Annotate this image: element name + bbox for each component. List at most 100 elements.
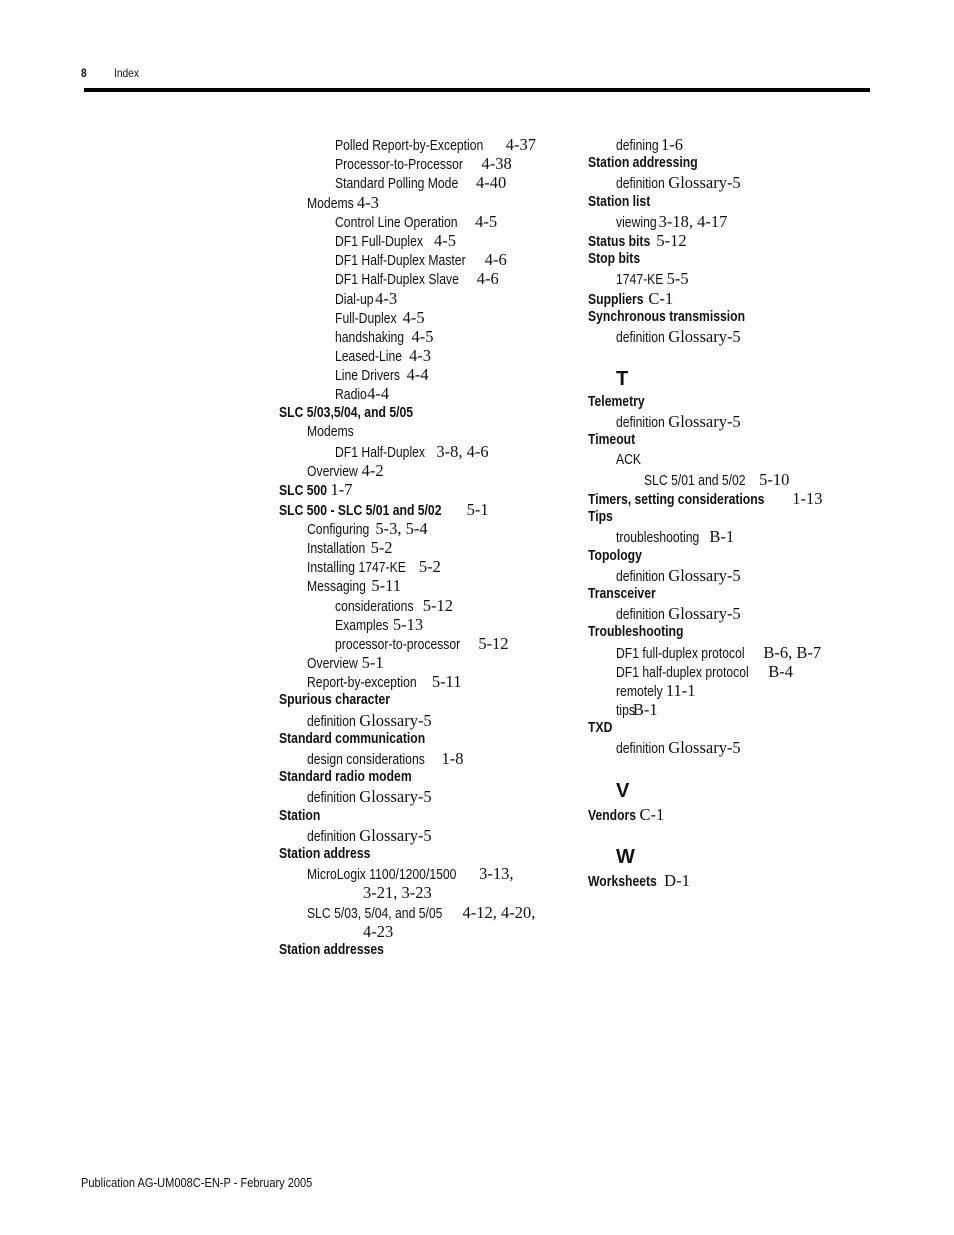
page-reference[interactable]: 4-5 [430, 231, 456, 250]
page-reference[interactable]: 4-2 [358, 461, 384, 480]
index-subentry: definition Glossary-5 [588, 604, 888, 623]
page-reference[interactable]: 3-8, 4-6 [432, 442, 488, 461]
index-subentry: ACK [588, 451, 888, 470]
page-reference[interactable]: 3-21, 3-23 [363, 883, 432, 902]
page-reference[interactable]: 4-38 [477, 154, 512, 173]
page-reference[interactable]: Glossary-5 [355, 711, 431, 730]
page-reference[interactable]: Glossary-5 [664, 566, 740, 585]
page-reference[interactable]: 5-5 [663, 269, 689, 288]
page-reference[interactable]: C-1 [644, 289, 673, 308]
page-reference[interactable]: 3-13, [475, 864, 513, 883]
page-reference[interactable]: 5-10 [755, 470, 789, 489]
index-subentry: Polled Report-by-Exception 4-37 [279, 135, 579, 154]
page-reference[interactable]: 4-3 [405, 346, 431, 365]
index-term: Processor-to-Processor [335, 157, 463, 174]
page-reference[interactable]: 5-3, 5-4 [371, 519, 427, 538]
page-reference[interactable]: 5-2 [415, 557, 441, 576]
index-term: definition [616, 329, 665, 346]
index-subentry: Messaging 5-11 [279, 576, 579, 595]
index-subentry: definition Glossary-5 [588, 173, 888, 192]
index-term: tips [616, 703, 635, 720]
page-reference[interactable]: Glossary-5 [664, 327, 740, 346]
section-title: Index [114, 66, 139, 80]
page-reference[interactable]: 11-1 [662, 681, 696, 700]
page-reference[interactable]: 1-7 [326, 480, 352, 499]
page-reference[interactable]: B-4 [764, 662, 793, 681]
index-subentry: DF1 Full-Duplex 4-5 [279, 231, 579, 250]
index-entry: Transceiver [588, 585, 888, 604]
page-reference[interactable]: 4-12, 4-20, [458, 903, 535, 922]
page-reference[interactable]: 5-12 [474, 634, 508, 653]
index-letter-heading: W [616, 845, 635, 868]
page-reference[interactable]: 5-11 [367, 576, 401, 595]
index-subentry: Installation 5-2 [279, 538, 579, 557]
page-reference[interactable]: 1-13 [788, 489, 822, 508]
index-subentry: DF1 Half-Duplex Slave 4-6 [279, 269, 579, 288]
page-reference[interactable]: Glossary-5 [355, 826, 431, 845]
page-reference[interactable]: 4-3 [371, 289, 397, 308]
index-subentry: SLC 5/03, 5/04, and 5/05 4-12, 4-20, [279, 903, 579, 922]
page-reference[interactable]: C-1 [635, 805, 664, 824]
page-reference[interactable]: 5-12 [652, 231, 686, 250]
index-term: Timers, setting considerations [588, 492, 765, 508]
index-term: Spurious character [279, 692, 391, 709]
index-term: handshaking [335, 329, 405, 346]
index-term: TXD [588, 720, 613, 737]
page-reference[interactable]: 5-12 [419, 596, 453, 615]
index-term: DF1 Half-Duplex Slave [335, 272, 459, 289]
page-reference[interactable]: 4-3 [353, 193, 379, 212]
index-term: Examples [335, 617, 389, 634]
index-subentry: Configuring 5-3, 5-4 [279, 519, 579, 538]
page-reference[interactable]: 4-5 [398, 308, 425, 327]
page-reference[interactable]: 1-6 [657, 135, 683, 154]
index-subentry: Modems 4-3 [279, 193, 579, 212]
index-term: Standard communication [279, 730, 426, 747]
page-reference[interactable]: B-6, B-7 [759, 643, 821, 662]
page-reference[interactable]: 4-5 [471, 212, 497, 231]
index-term: viewing [616, 214, 657, 231]
page-reference[interactable]: 4-6 [481, 250, 507, 269]
page-reference[interactable]: 5-1 [358, 653, 384, 672]
page-reference[interactable]: Glossary-5 [664, 738, 740, 757]
index-entry: Vendors C-1 [588, 805, 888, 824]
page-reference[interactable]: D-1 [660, 871, 690, 890]
index-entry: Suppliers C-1 [588, 289, 888, 308]
page-reference[interactable]: 3-18, 4-17 [654, 212, 728, 231]
page-reference[interactable]: 5-13 [389, 615, 423, 634]
index-term: Transceiver [588, 585, 656, 602]
page-reference[interactable]: 4-37 [502, 135, 536, 154]
page-reference[interactable]: 1-8 [437, 749, 464, 768]
index-subentry: Control Line Operation 4-5 [279, 212, 579, 231]
page-reference[interactable]: B-1 [705, 527, 734, 546]
index-term: Station address [279, 845, 371, 862]
index-entry: SLC 500 - SLC 5/01 and 5/02 5-1 [279, 500, 579, 519]
page-reference[interactable]: Glossary-5 [664, 173, 740, 192]
page-reference[interactable]: 5-1 [463, 500, 489, 519]
index-letter-heading: T [616, 368, 629, 391]
index-entry: SLC 5/03,5/04, and 5/05 [279, 404, 579, 423]
page-reference[interactable]: 4-6 [473, 269, 499, 288]
index-term: SLC 500 - SLC 5/01 and 5/02 [279, 502, 442, 519]
index-term: 1747-KE [616, 272, 664, 289]
page-reference[interactable]: 4-4 [363, 384, 389, 403]
index-entry: SLC 500 1-7 [279, 480, 579, 499]
index-subentry: Overview 4-2 [279, 461, 579, 480]
page-reference[interactable]: 5-2 [366, 538, 393, 557]
index-term: Vendors [588, 807, 637, 824]
page-reference[interactable]: 4-5 [407, 327, 433, 346]
index-term: Timeout [588, 432, 636, 449]
page-reference[interactable]: 5-11 [428, 672, 462, 691]
page-reference[interactable]: Glossary-5 [355, 787, 431, 806]
page-reference[interactable]: 4-40 [472, 173, 506, 192]
index-term: Telemetry [588, 394, 645, 411]
page-reference[interactable]: Glossary-5 [664, 412, 740, 431]
page-reference[interactable]: Glossary-5 [664, 604, 740, 623]
index-subentry: DF1 Half-Duplex Master 4-6 [279, 250, 579, 269]
index-term: Station addressing [588, 155, 698, 172]
page-reference[interactable]: 4-4 [402, 365, 429, 384]
index-subentry: Dial-up 4-3 [279, 289, 579, 308]
page-reference[interactable]: 4-23 [363, 922, 393, 941]
